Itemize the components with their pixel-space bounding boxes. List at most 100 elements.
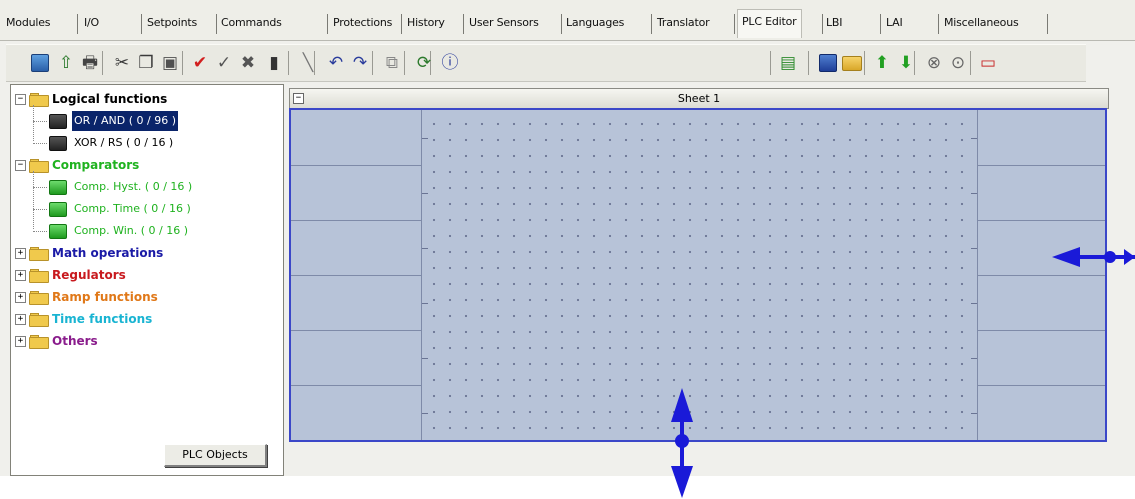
- duplicate-icon[interactable]: ⧉: [380, 51, 404, 75]
- tree-item[interactable]: Comp. Time ( 0 / 16 ): [49, 199, 193, 219]
- tab-setpoints[interactable]: Setpoints: [147, 12, 197, 34]
- tree-category-label: Time functions: [52, 312, 153, 326]
- upload-icon[interactable]: ⇧: [54, 51, 78, 75]
- horizontal-resize-arrow-icon[interactable]: [1052, 244, 1135, 270]
- info-icon[interactable]: ⓘ: [438, 51, 462, 75]
- tab-protections[interactable]: Protections: [333, 12, 392, 34]
- collapse-all-icon[interactable]: ⊗: [922, 51, 946, 75]
- tab-i-o[interactable]: I/O: [84, 12, 99, 34]
- undo-icon[interactable]: ↶: [324, 51, 348, 75]
- tab-plc-editor[interactable]: PLC Editor: [737, 9, 802, 38]
- expand-icon[interactable]: +: [15, 313, 26, 325]
- folder-icon: [29, 247, 49, 261]
- tab-miscellaneous[interactable]: Miscellaneous: [944, 12, 1019, 34]
- arrow-head-left: [1052, 247, 1080, 267]
- tree-item[interactable]: Comp. Hyst. ( 0 / 16 ): [49, 177, 194, 197]
- expand-icon[interactable]: +: [15, 291, 26, 303]
- trash-icon[interactable]: ▮: [262, 51, 286, 75]
- tab-separator: [822, 14, 823, 34]
- status-area: [0, 476, 1135, 499]
- folder-icon: [29, 313, 49, 327]
- tree-category-label: Logical functions: [52, 92, 168, 106]
- tab-separator: [401, 14, 402, 34]
- window-icon[interactable]: ▭: [976, 51, 1000, 75]
- tab-separator: [463, 14, 464, 34]
- sheet-grid[interactable]: [422, 110, 977, 440]
- function-block-icon: [49, 113, 67, 129]
- copy-icon[interactable]: ❐: [134, 51, 158, 75]
- tab-lai[interactable]: LAI: [886, 12, 903, 34]
- check-icon[interactable]: ✓: [212, 51, 236, 75]
- redo-icon[interactable]: ↷: [348, 51, 372, 75]
- tree-item[interactable]: Comp. Win. ( 0 / 16 ): [49, 221, 190, 241]
- vertical-resize-arrow-icon[interactable]: [667, 388, 697, 498]
- line-tool-icon[interactable]: ╲: [296, 51, 320, 75]
- tree-item[interactable]: OR / AND ( 0 / 96 ): [49, 111, 178, 131]
- plc-objects-tree: − Logical functions OR / AND ( 0 / 96 ) XOR…: [10, 84, 284, 476]
- save-disk-icon[interactable]: [816, 51, 840, 75]
- tree-connector: [33, 187, 47, 188]
- sheet-header[interactable]: − Sheet 1: [289, 88, 1109, 109]
- collapse-icon[interactable]: −: [15, 159, 26, 171]
- input-row-divider: [291, 220, 421, 221]
- new-sheet-icon[interactable]: ▤: [776, 51, 800, 75]
- open-folder-icon[interactable]: [840, 51, 864, 75]
- toolbar-separator: [372, 51, 373, 75]
- tree-category-label: Comparators: [52, 158, 140, 172]
- check-red-icon[interactable]: ✔: [188, 51, 212, 75]
- sheet-title: Sheet 1: [677, 92, 721, 105]
- output-row-divider: [978, 165, 1105, 166]
- tree-item-label: OR / AND ( 0 / 96 ): [72, 111, 178, 131]
- tab-user-sensors[interactable]: User Sensors: [469, 12, 539, 34]
- move-down-icon[interactable]: ⬇: [894, 51, 918, 75]
- tree-category-ramp-functions[interactable]: + Ramp functions: [15, 287, 158, 307]
- tree-category-math-operations[interactable]: + Math operations: [15, 243, 163, 263]
- move-up-icon[interactable]: ⬆: [870, 51, 894, 75]
- tree-connector: [33, 231, 47, 232]
- function-block-icon: [49, 179, 67, 195]
- expand-icon[interactable]: +: [15, 269, 26, 281]
- tab-lbi[interactable]: LBI: [826, 12, 843, 34]
- collapse-icon[interactable]: −: [15, 93, 26, 105]
- tree-item[interactable]: XOR / RS ( 0 / 16 ): [49, 133, 175, 153]
- toolbar-separator: [182, 51, 183, 75]
- delete-x-icon[interactable]: ✖: [236, 51, 260, 75]
- input-pin: [422, 138, 428, 139]
- expand-icon[interactable]: +: [15, 335, 26, 347]
- input-pin: [422, 303, 428, 304]
- plc-objects-button[interactable]: PLC Objects: [164, 444, 267, 467]
- toolbar-separator: [404, 51, 405, 75]
- tab-translator[interactable]: Translator: [657, 12, 710, 34]
- tree-category-logical-functions[interactable]: − Logical functions: [15, 89, 167, 109]
- save-icon[interactable]: [28, 51, 52, 75]
- paste-icon[interactable]: ▣: [158, 51, 182, 75]
- output-pin: [971, 193, 977, 194]
- tree-category-others[interactable]: + Others: [15, 331, 98, 351]
- sheet-collapse-icon[interactable]: −: [293, 93, 304, 104]
- output-pin: [971, 358, 977, 359]
- tab-separator: [880, 14, 881, 34]
- tab-commands[interactable]: Commands: [221, 12, 282, 34]
- cut-icon[interactable]: ✂: [110, 51, 134, 75]
- tab-history[interactable]: History: [407, 12, 445, 34]
- input-pin: [422, 413, 428, 414]
- tab-separator: [216, 14, 217, 34]
- tab-languages[interactable]: Languages: [566, 12, 624, 34]
- toolbar-separator: [102, 51, 103, 75]
- print-icon[interactable]: 🖶: [78, 51, 102, 75]
- tree-category-time-functions[interactable]: + Time functions: [15, 309, 152, 329]
- tree-connector: [33, 121, 47, 122]
- tree-category-regulators[interactable]: + Regulators: [15, 265, 126, 285]
- tab-separator: [938, 14, 939, 34]
- tab-modules[interactable]: Modules: [6, 12, 51, 34]
- plc-sheet-canvas[interactable]: [289, 108, 1107, 442]
- toolbar-separator: [970, 51, 971, 75]
- toolbar-separator: [808, 51, 809, 75]
- tab-separator: [1047, 14, 1048, 34]
- expand-icon[interactable]: +: [15, 247, 26, 259]
- input-row-divider: [291, 330, 421, 331]
- expand-all-icon[interactable]: ⊙: [946, 51, 970, 75]
- output-row-divider: [978, 275, 1105, 276]
- tab-separator: [77, 14, 78, 34]
- refresh-doc-icon[interactable]: ⟳: [412, 51, 436, 75]
